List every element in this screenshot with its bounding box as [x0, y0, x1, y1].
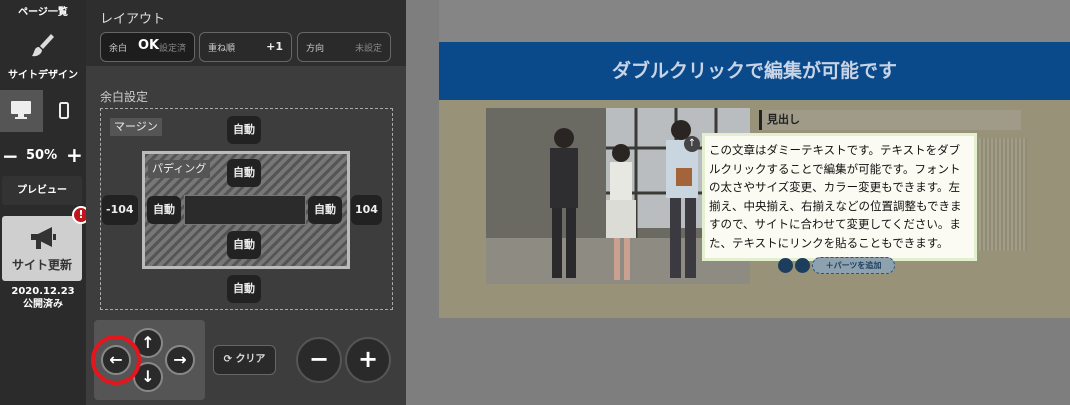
padding-right-auto[interactable]: 自動: [308, 196, 342, 224]
publish-date: 2020.12.23: [11, 286, 75, 297]
margin-bottom-auto[interactable]: 自動: [227, 275, 261, 303]
layout-title: レイアウト: [100, 12, 166, 27]
margin-key: 余白: [109, 44, 128, 54]
order-value: +1: [266, 40, 283, 53]
page-preview: ダブルクリックで編集が可能です 見出し この文章はダミーテキストです。テキストを…: [439, 0, 1070, 318]
arrow-right-button[interactable]: →: [165, 345, 195, 375]
editor-canvas: ダブルクリックで編集が可能です 見出し この文章はダミーテキストです。テキストを…: [406, 0, 1070, 405]
publish-button[interactable]: サイト更新: [2, 216, 82, 281]
direction-key: 方向: [306, 44, 325, 54]
margin-settings-title: 余白設定: [100, 90, 149, 104]
zoom-out-button[interactable]: −: [2, 144, 19, 168]
padding-bottom-auto[interactable]: 自動: [227, 231, 261, 259]
padding-left-auto[interactable]: 自動: [147, 196, 181, 224]
highlight-ring: [91, 335, 141, 385]
zoom-control: − 50% +: [0, 143, 86, 168]
move-up-icon[interactable]: ↑: [684, 136, 700, 152]
banner-title[interactable]: ダブルクリックで編集が可能です: [439, 42, 1070, 100]
delete-icon[interactable]: [778, 258, 793, 273]
refresh-icon: ⟳: [223, 354, 232, 365]
margin-status: 設定済: [158, 44, 186, 54]
add-parts-button[interactable]: ＋パーツを追加: [812, 257, 895, 274]
brush-icon: [32, 34, 54, 57]
publish-status: 2020.12.23 公開済み: [0, 285, 86, 311]
megaphone-icon: [31, 227, 56, 249]
clear-label: クリア: [235, 354, 266, 365]
margin-tag: マージン: [110, 118, 162, 136]
mobile-view-button[interactable]: [43, 90, 86, 132]
zoom-level: 50%: [26, 148, 58, 163]
content-section: 見出し この文章はダミーテキストです。テキストをダブルクリックすることで編集が可…: [439, 100, 1070, 318]
zoom-in-button[interactable]: +: [66, 143, 83, 167]
resize-hatch: [979, 138, 1027, 251]
layout-panel: レイアウト 余白 設定済 OK 重ね順 +1 方向 未設定 余白設定 マージン …: [86, 0, 406, 405]
preview-button[interactable]: プレビュー: [2, 176, 82, 205]
order-key: 重ね順: [208, 44, 236, 54]
content-box: [184, 195, 306, 225]
padding-top-auto[interactable]: 自動: [227, 159, 261, 187]
stack-order-button[interactable]: 重ね順 +1: [199, 32, 292, 62]
heading-text[interactable]: 見出し: [759, 110, 1021, 130]
desktop-view-button[interactable]: [0, 90, 43, 132]
padding-tag: パディング: [148, 160, 211, 178]
decrease-button[interactable]: −: [296, 337, 342, 383]
publish-state: 公開済み: [23, 299, 63, 310]
increase-button[interactable]: +: [345, 337, 391, 383]
direction-button[interactable]: 方向 未設定: [297, 32, 391, 62]
publish-label: サイト更新: [11, 258, 72, 272]
clear-button[interactable]: ⟳ クリア: [213, 345, 276, 375]
page-top-area: [439, 0, 1070, 42]
smartphone-icon: [59, 102, 69, 119]
layout-header: レイアウト 余白 設定済 OK 重ね順 +1 方向 未設定: [86, 0, 406, 66]
ok-label: OK: [138, 38, 160, 53]
site-design-button[interactable]: サイトデザイン: [0, 66, 86, 81]
margin-left-value[interactable]: -104: [102, 195, 138, 225]
left-rail: ページ一覧 サイトデザイン − 50% + プレビュー サイト更新 ! 2020…: [0, 0, 90, 405]
margin-setting-button[interactable]: 余白 設定済 OK: [100, 32, 195, 62]
copy-icon[interactable]: [795, 258, 810, 273]
direction-value: 未設定: [354, 44, 382, 54]
margin-right-value[interactable]: 104: [351, 195, 382, 225]
pages-list-link[interactable]: ページ一覧: [0, 0, 86, 18]
margin-top-auto[interactable]: 自動: [227, 116, 261, 144]
body-text-box[interactable]: この文章はダミーテキストです。テキストをダブルクリックすることで編集が可能です。…: [702, 133, 977, 261]
monitor-icon: [11, 101, 31, 119]
device-switcher: [0, 90, 86, 132]
